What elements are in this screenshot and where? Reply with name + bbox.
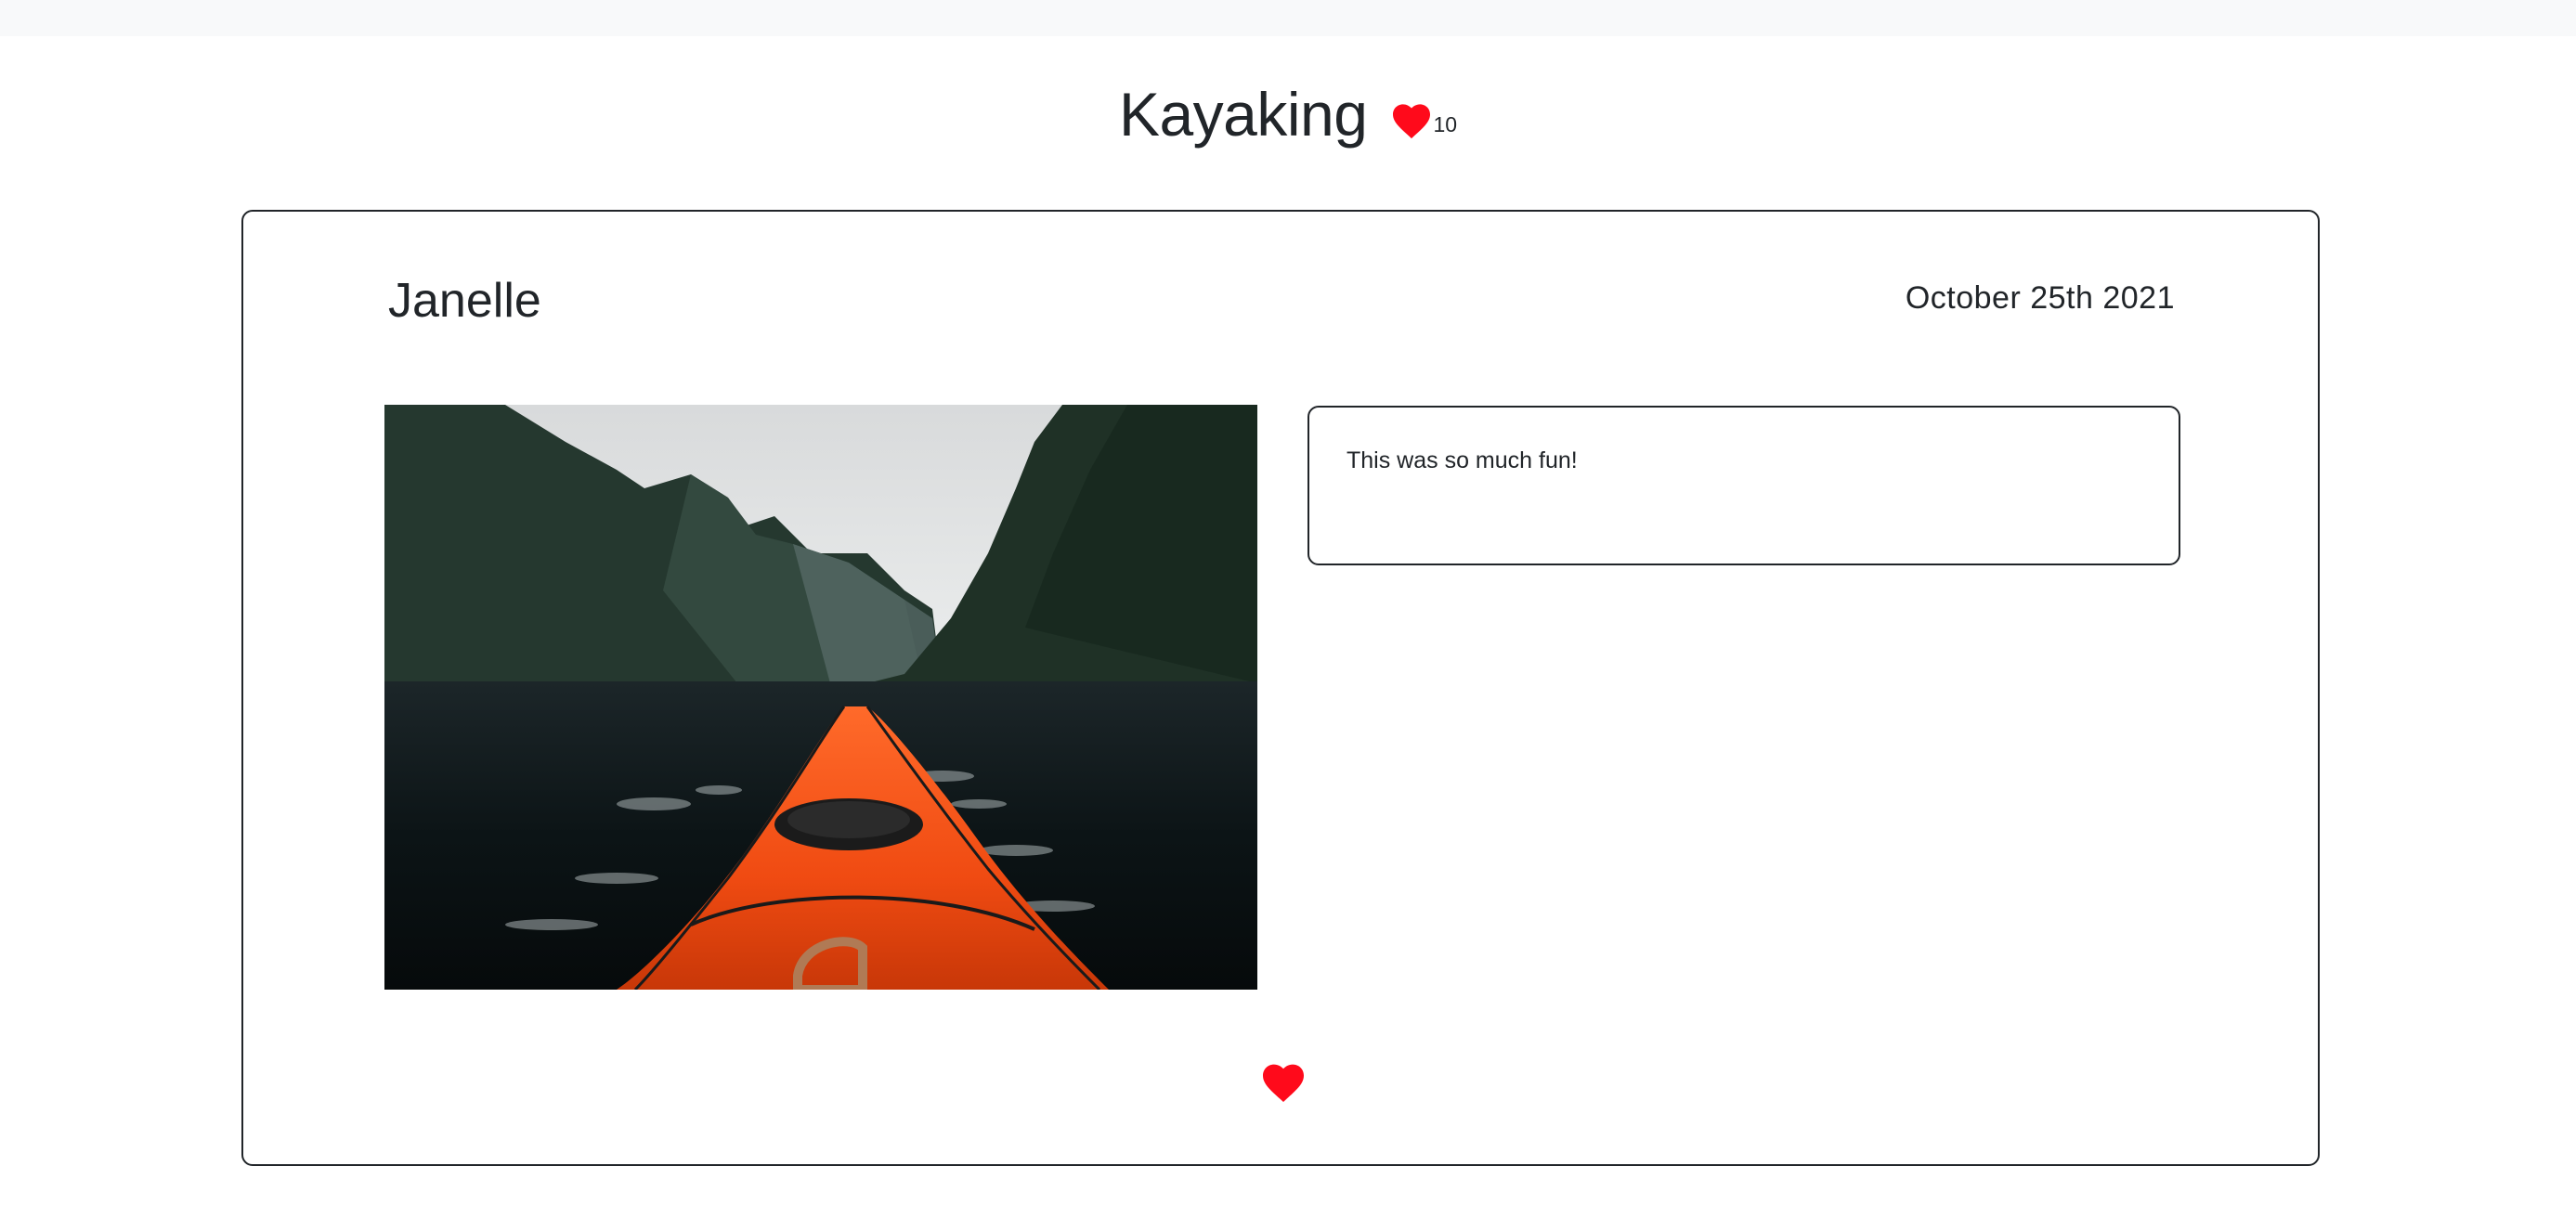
top-nav-bar <box>0 0 2576 36</box>
post-date: October 25th 2021 <box>1905 280 2175 316</box>
comment-box: This was so much fun! <box>1308 406 2180 565</box>
title-like-group: 10 <box>1391 102 1457 139</box>
page-header: Kayaking 10 <box>0 72 2576 156</box>
page-title: Kayaking <box>1118 80 1368 149</box>
comment-text: This was so much fun! <box>1347 447 1578 473</box>
heart-icon <box>1263 1064 1304 1102</box>
heart-icon <box>1391 102 1432 139</box>
post-author: Janelle <box>388 274 541 328</box>
page-header-inner: Kayaking 10 <box>1119 84 1457 145</box>
post-card: Janelle October 25th 2021 This was so mu… <box>241 210 2320 1166</box>
kayak-photo <box>384 405 1257 990</box>
like-count: 10 <box>1433 112 1458 136</box>
like-button[interactable] <box>1260 1062 1307 1103</box>
